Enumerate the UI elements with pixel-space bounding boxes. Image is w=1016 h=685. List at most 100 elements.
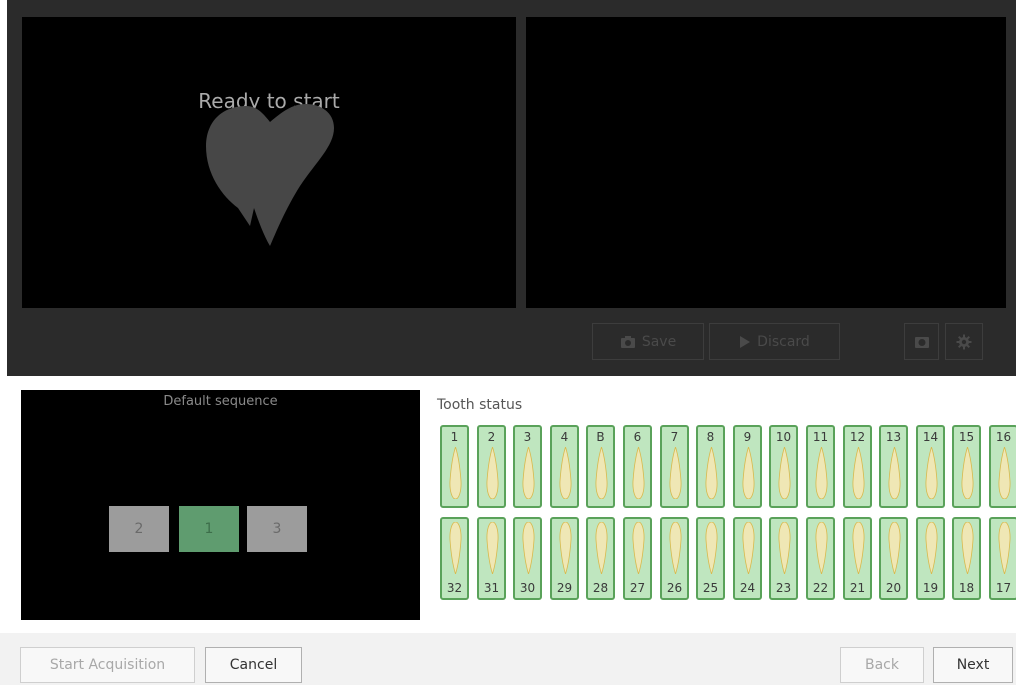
tooth-icon — [669, 447, 682, 499]
back-button[interactable]: Back — [840, 647, 924, 683]
tooth-number: 8 — [706, 430, 715, 444]
tooth-icon — [595, 447, 608, 499]
tooth-number: 16 — [995, 430, 1012, 444]
tooth-icon — [486, 522, 499, 574]
tooth-cell[interactable]: 1 — [440, 425, 469, 508]
tooth-cell[interactable]: 15 — [952, 425, 981, 508]
tooth-cell[interactable]: 11 — [806, 425, 835, 508]
tooth-number: 17 — [995, 581, 1012, 595]
tooth-icon — [778, 522, 791, 574]
tooth-cell[interactable]: 12 — [843, 425, 872, 508]
camera-icon — [620, 335, 635, 348]
tooth-number: 31 — [483, 581, 500, 595]
tooth-number: 18 — [958, 581, 975, 595]
tooth-number: 30 — [519, 581, 536, 595]
tooth-number: 3 — [523, 430, 532, 444]
tooth-cell[interactable]: 17 — [989, 517, 1016, 600]
tooth-number: 21 — [849, 581, 866, 595]
tooth-number: 4 — [560, 430, 569, 444]
tooth-cell[interactable]: 31 — [477, 517, 506, 600]
tooth-icon — [705, 522, 718, 574]
tooth-cell[interactable]: 28 — [586, 517, 615, 600]
tooth-number: 19 — [922, 581, 939, 595]
tooth-cell[interactable]: 10 — [769, 425, 798, 508]
sequence-step-active[interactable]: 1 — [179, 506, 239, 552]
tooth-cell[interactable]: 25 — [696, 517, 725, 600]
tooth-cell[interactable]: 9 — [733, 425, 762, 508]
tooth-cell[interactable]: 4 — [550, 425, 579, 508]
tooth-number: B — [596, 430, 605, 444]
tooth-icon — [559, 447, 572, 499]
tooth-number: 26 — [666, 581, 683, 595]
tooth-icon — [742, 447, 755, 499]
sequence-panel: Default sequence 2 1 3 — [21, 390, 420, 620]
tooth-cell[interactable]: 13 — [879, 425, 908, 508]
tooth-cell[interactable]: 27 — [623, 517, 652, 600]
tooth-icon — [815, 522, 828, 574]
tooth-icon — [778, 447, 791, 499]
tooth-number: 9 — [743, 430, 752, 444]
sequence-step[interactable]: 3 — [247, 506, 307, 552]
sequence-title: Default sequence — [163, 394, 278, 409]
acquisition-window: Ready to start Save Discard Default sequ… — [0, 0, 1016, 685]
next-button[interactable]: Next — [933, 647, 1013, 683]
discard-button[interactable]: Discard — [709, 323, 840, 360]
tooth-cell[interactable]: 6 — [623, 425, 652, 508]
tooth-cell[interactable]: 3 — [513, 425, 542, 508]
settings-button[interactable] — [945, 323, 983, 360]
tooth-icon — [852, 447, 865, 499]
tooth-cell[interactable]: 24 — [733, 517, 762, 600]
tooth-cell[interactable]: 20 — [879, 517, 908, 600]
tooth-cell[interactable]: B — [586, 425, 615, 508]
tooth-number: 13 — [885, 430, 902, 444]
tooth-cell[interactable]: 23 — [769, 517, 798, 600]
tooth-cell[interactable]: 2 — [477, 425, 506, 508]
tooth-cell[interactable]: 22 — [806, 517, 835, 600]
tooth-cell[interactable]: 21 — [843, 517, 872, 600]
start-acquisition-button[interactable]: Start Acquisition — [20, 647, 195, 683]
tooth-icon — [522, 522, 535, 574]
cancel-button[interactable]: Cancel — [205, 647, 302, 683]
discard-label: Discard — [757, 333, 810, 350]
tooth-number: 27 — [629, 581, 646, 595]
tooth-number: 6 — [633, 430, 642, 444]
tooth-number: 2 — [487, 430, 496, 444]
tooth-number: 20 — [885, 581, 902, 595]
tooth-number: 29 — [556, 581, 573, 595]
tooth-cell[interactable]: 18 — [952, 517, 981, 600]
tooth-icon — [705, 447, 718, 499]
tooth-icon — [449, 447, 462, 499]
tooth-icon — [925, 522, 938, 574]
sequence-step[interactable]: 2 — [109, 506, 169, 552]
tooth-logo-icon — [206, 104, 334, 246]
snapshot-icon — [914, 336, 929, 348]
save-button[interactable]: Save — [592, 323, 704, 360]
tooth-cell[interactable]: 16 — [989, 425, 1016, 508]
tooth-cell[interactable]: 8 — [696, 425, 725, 508]
tooth-cell[interactable]: 19 — [916, 517, 945, 600]
sequence-step-label: 3 — [272, 521, 282, 537]
tooth-number: 32 — [446, 581, 463, 595]
tooth-icon — [961, 447, 974, 499]
tooth-number: 11 — [812, 430, 829, 444]
tooth-number: 14 — [922, 430, 939, 444]
tooth-icon — [669, 522, 682, 574]
tooth-icon — [888, 522, 901, 574]
tooth-icon — [961, 522, 974, 574]
sequence-step-label: 2 — [134, 521, 144, 537]
tooth-cell[interactable]: 29 — [550, 517, 579, 600]
tooth-icon — [595, 522, 608, 574]
snapshot-button[interactable] — [904, 323, 939, 360]
tooth-cell[interactable]: 30 — [513, 517, 542, 600]
tooth-cell[interactable]: 26 — [660, 517, 689, 600]
tooth-status-label: Tooth status — [437, 397, 523, 413]
tooth-icon — [486, 447, 499, 499]
tooth-number: 25 — [702, 581, 719, 595]
tooth-cell[interactable]: 32 — [440, 517, 469, 600]
tooth-cell[interactable]: 14 — [916, 425, 945, 508]
tooth-number: 28 — [592, 581, 609, 595]
tooth-cell[interactable]: 7 — [660, 425, 689, 508]
tooth-number: 24 — [739, 581, 756, 595]
tooth-icon — [998, 522, 1011, 574]
tooth-number: 10 — [775, 430, 792, 444]
